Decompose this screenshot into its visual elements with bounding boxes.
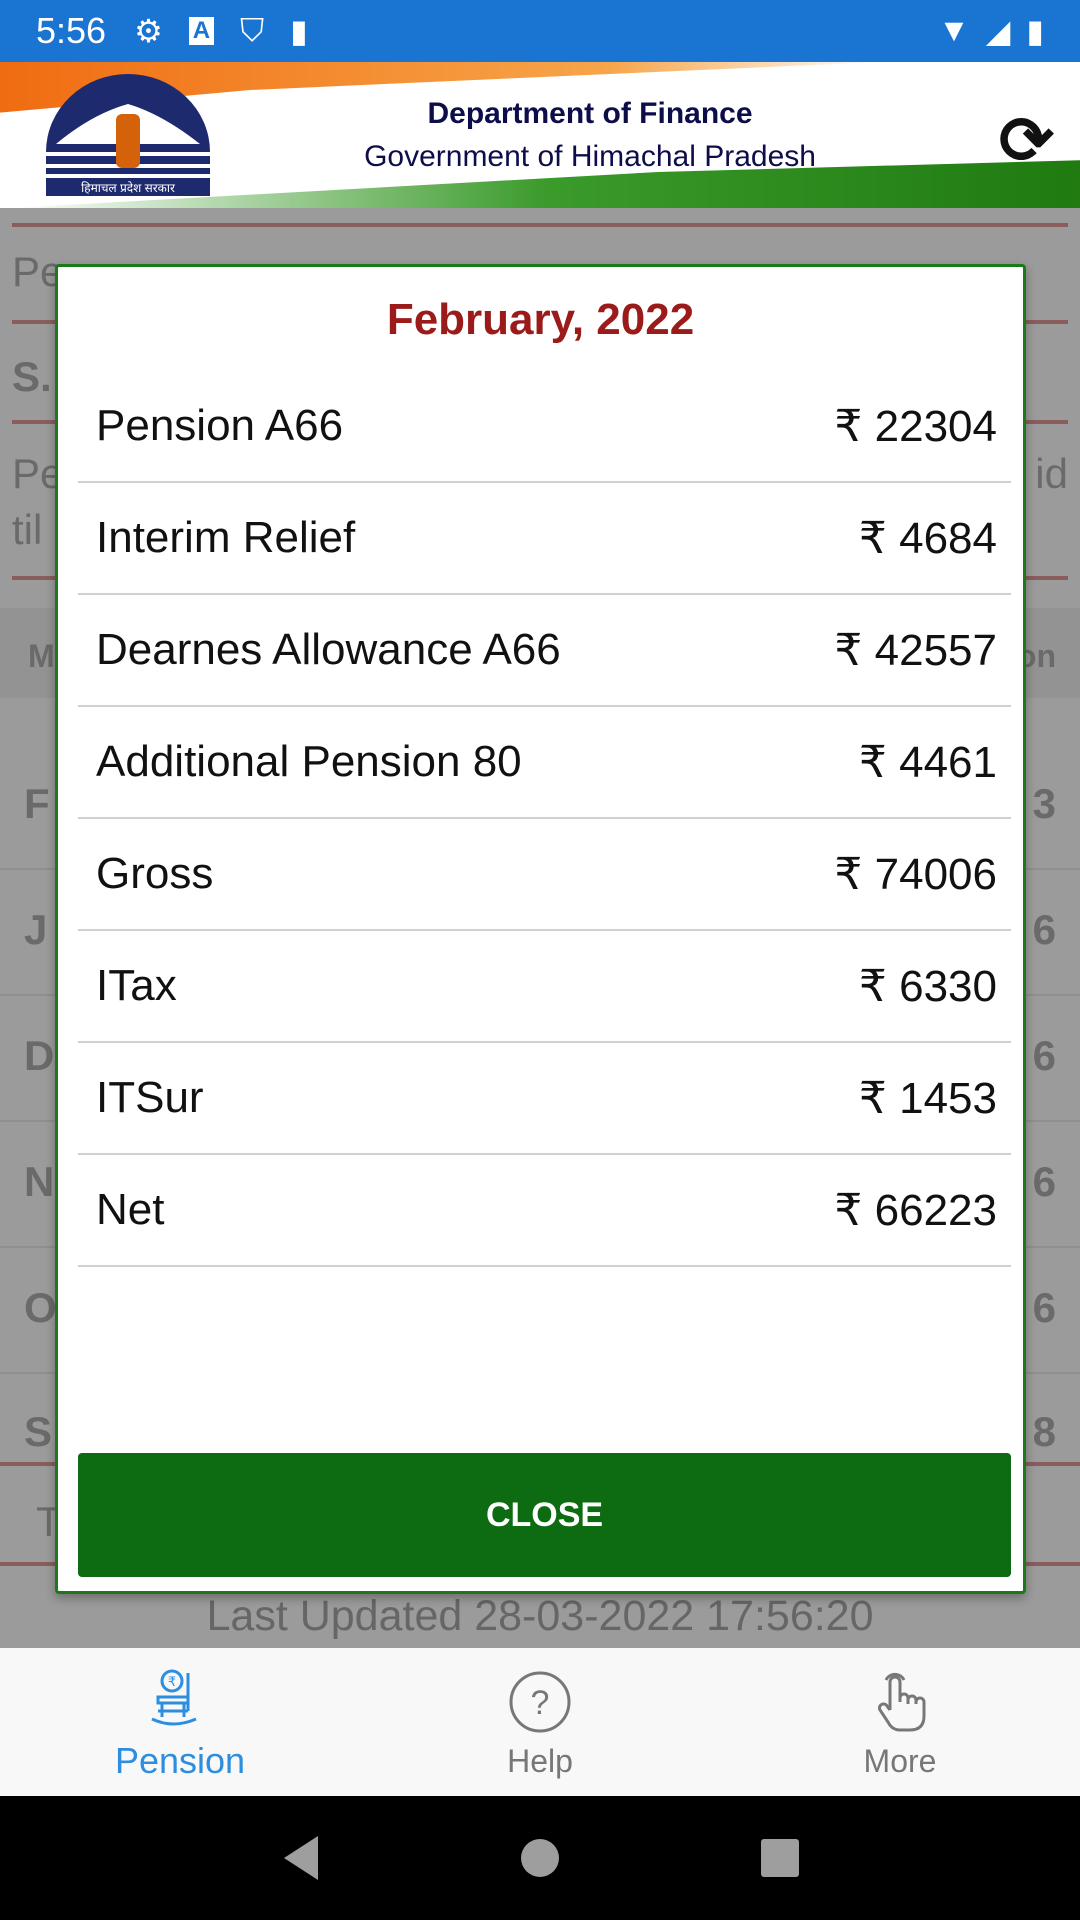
bg-fragment: 6 [1032,1284,1056,1331]
row-label: Gross [96,849,214,898]
detail-row: ITax ₹ 6330 [78,931,1011,1043]
bg-fragment: J [24,906,48,953]
svg-text:₹: ₹ [168,1674,176,1689]
header-title: Department of Finance [427,97,753,130]
row-label: ITSur [96,1073,204,1122]
a-icon: A [188,17,215,45]
play-shield-icon: ⛉ [240,12,265,48]
row-label: Interim Relief [96,513,356,562]
app-header: हिमाचल प्रदेश सरकार Department of Financ… [0,62,1080,208]
dialog-title: February, 2022 [386,295,695,344]
status-time: 5:56 [36,10,107,51]
row-value: ₹ 4461 [858,737,997,787]
detail-row: Additional Pension 80 ₹ 4461 [78,707,1011,819]
himachal-emblem-logo: हिमाचल प्रदेश सरकार [46,74,210,196]
bg-fragment: 6 [1032,906,1056,953]
nav-help[interactable]: ? Help [360,1648,720,1796]
detail-row: Interim Relief ₹ 4684 [78,483,1011,595]
back-icon[interactable] [280,1834,320,1882]
bg-fragment: O [24,1284,57,1331]
close-button[interactable]: CLOSE [78,1453,1011,1577]
row-label: Dearnes Allowance A66 [96,625,561,674]
nav-pension[interactable]: ₹ Pension [0,1648,360,1796]
row-label: Net [96,1185,165,1234]
refresh-icon[interactable]: ⟳ [999,102,1054,179]
bg-fragment: N [24,1158,55,1205]
bottom-nav: ₹ Pension ? Help More [0,1648,1080,1796]
row-value: ₹ 4684 [858,513,997,563]
battery-icon: ▮ [1026,13,1044,49]
row-value: ₹ 22304 [834,401,997,451]
nav-label: Pension [114,1740,246,1781]
bg-fragment: 6 [1032,1158,1056,1205]
detail-row: Net ₹ 66223 [78,1155,1011,1267]
row-value: ₹ 6330 [858,961,997,1011]
row-label: ITax [96,961,177,1010]
signal-icon: ◢ [985,13,1011,49]
home-icon[interactable] [520,1838,560,1878]
detail-row: Gross ₹ 74006 [78,819,1011,931]
detail-row: ITSur ₹ 1453 [78,1043,1011,1155]
bg-fragment: 3 [1032,780,1056,827]
rocking-chair-rupee-icon: ₹ [148,1662,212,1736]
detail-row: Dearnes Allowance A66 ₹ 42557 [78,595,1011,707]
gear-icon: ⚙ [134,13,163,49]
bg-fragment: 6 [1032,1032,1056,1079]
sd-card-icon: ▮ [290,13,308,49]
system-nav-bar [0,1796,1080,1920]
recents-icon[interactable] [760,1838,800,1878]
nav-label: More [863,1742,937,1779]
row-label: Additional Pension 80 [96,737,522,786]
bg-fragment: til [12,506,43,553]
hand-pointer-icon [868,1665,932,1739]
bg-fragment: 8 [1032,1408,1056,1455]
bg-fragment: F [24,780,50,827]
row-value: ₹ 74006 [834,849,997,899]
help-circle-icon: ? [508,1665,572,1739]
svg-text:हिमाचल प्रदेश सरकार: हिमाचल प्रदेश सरकार [81,181,176,195]
wifi-icon: ▼ [938,12,970,48]
last-updated: Last Updated 28-03-2022 17:56:20 [206,1592,874,1640]
detail-row: Pension A66 ₹ 22304 [78,371,1011,483]
nav-more[interactable]: More [720,1648,1080,1796]
row-value: ₹ 1453 [858,1073,997,1123]
status-bar: 5:56 ⚙ A ⛉ ▮ ▼ ◢ ▮ [0,0,1080,62]
svg-text:?: ? [531,1684,550,1722]
bg-fragment: D [24,1032,55,1079]
bg-fragment: S. [12,353,52,400]
row-value: ₹ 66223 [834,1185,997,1235]
bg-fragment: S [24,1408,53,1455]
bg-fragment: id [1035,450,1068,497]
header-subtitle: Government of Himachal Pradesh [364,140,816,173]
month-detail-dialog: February, 2022 Pension A66 ₹ 22304 Interi… [55,264,1026,1594]
bg-fragment: M [28,638,55,674]
nav-label: Help [507,1742,573,1779]
row-label: Pension A66 [96,401,344,450]
row-value: ₹ 42557 [834,625,997,675]
